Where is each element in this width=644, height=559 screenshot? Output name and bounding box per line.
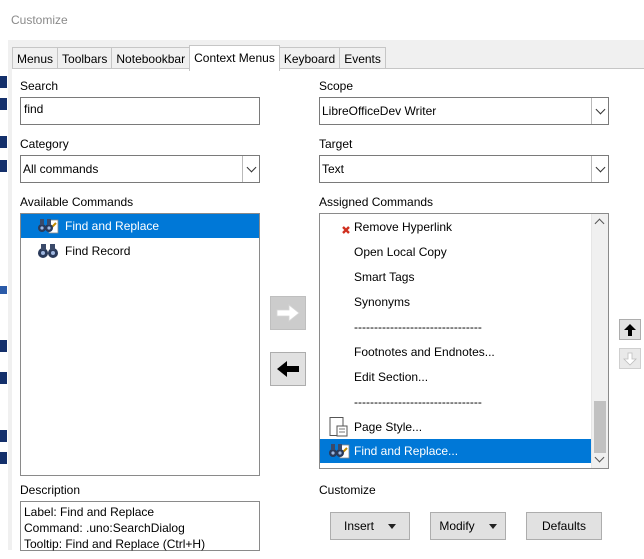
arrow-down-icon — [623, 352, 637, 366]
scroll-up-icon[interactable] — [594, 218, 605, 229]
customize-dialog: Menus Toolbars Notebookbar Context Menus… — [8, 40, 644, 559]
list-item[interactable]: Synonyms — [320, 290, 608, 314]
assigned-commands-label: Assigned Commands — [319, 195, 434, 209]
document-fragment — [0, 372, 7, 384]
available-commands-list[interactable]: Find and Replace Find Record — [20, 213, 260, 476]
tab-menus[interactable]: Menus — [12, 47, 59, 70]
category-dropdown-button[interactable] — [242, 156, 259, 182]
document-fragment — [0, 160, 7, 172]
chevron-down-icon — [595, 104, 605, 114]
chevron-down-icon — [595, 162, 605, 172]
list-item[interactable]: Page Style... — [320, 415, 608, 439]
list-item[interactable]: Remove Hyperlink — [320, 215, 608, 239]
scroll-down-icon[interactable] — [594, 452, 605, 463]
scope-value: LibreOfficeDev Writer — [322, 104, 437, 118]
available-item-label: Find and Replace — [65, 219, 160, 233]
assigned-item-label: Remove Hyperlink — [354, 220, 453, 234]
insert-button[interactable]: Insert — [330, 512, 410, 540]
available-commands-label: Available Commands — [20, 195, 134, 209]
document-fragment — [0, 98, 7, 110]
list-item[interactable]: Smart Tags — [320, 265, 608, 289]
assigned-item-label: Find and Replace... — [354, 444, 459, 458]
window-title: Customize — [11, 13, 68, 27]
document-fragment — [0, 340, 7, 352]
defaults-button[interactable]: Defaults — [526, 512, 602, 540]
target-label: Target — [319, 137, 353, 151]
target-value: Text — [322, 162, 345, 176]
insert-label: Insert — [343, 519, 374, 533]
tab-keyboard[interactable]: Keyboard — [278, 47, 341, 70]
assigned-item-label: Synonyms — [354, 295, 411, 309]
category-value: All commands — [23, 162, 99, 176]
binoculars-icon — [329, 444, 350, 459]
tab-events[interactable]: Events — [339, 47, 386, 70]
modify-label: Modify — [439, 519, 475, 533]
list-item[interactable]: Find Record — [21, 239, 259, 263]
assigned-item-label: -------------------------------- — [354, 320, 482, 334]
move-down-button[interactable] — [619, 348, 641, 369]
tab-toolbars[interactable]: Toolbars — [57, 47, 113, 70]
chevron-down-icon — [246, 162, 256, 172]
scope-dropdown-button[interactable] — [591, 98, 608, 124]
separator-item[interactable]: -------------------------------- — [320, 390, 608, 414]
list-item[interactable]: Footnotes and Endnotes... — [320, 340, 608, 364]
customize-label: Customize — [319, 483, 376, 497]
modify-button[interactable]: Modify — [430, 512, 506, 540]
scope-dropdown[interactable]: LibreOfficeDev Writer — [319, 97, 609, 125]
document-fragment — [0, 430, 7, 442]
page-style-icon — [329, 417, 348, 437]
title-bar: Customize — [0, 0, 644, 40]
description-line: Command: .uno:SearchDialog — [24, 521, 185, 535]
description-line: Label: Find and Replace — [24, 505, 155, 519]
description-label: Description — [20, 483, 81, 497]
scope-label: Scope — [319, 79, 354, 93]
binoculars-icon — [38, 219, 59, 234]
add-command-button[interactable] — [270, 296, 306, 330]
tab-context-menus[interactable]: Context Menus — [189, 45, 280, 71]
search-label: Search — [20, 79, 59, 93]
assigned-item-label: Page Style... — [354, 420, 423, 434]
assigned-item-label: Footnotes and Endnotes... — [354, 345, 495, 359]
category-label: Category — [20, 137, 69, 151]
target-dropdown-button[interactable] — [591, 156, 608, 182]
assigned-item-label: -------------------------------- — [354, 395, 482, 409]
defaults-label: Defaults — [541, 519, 587, 533]
scrollbar-thumb[interactable] — [594, 401, 606, 453]
search-input[interactable]: find — [20, 97, 260, 125]
remove-command-button[interactable] — [270, 352, 306, 386]
document-fragment — [0, 76, 7, 88]
list-item[interactable]: Edit Section... — [320, 365, 608, 389]
assigned-scrollbar[interactable] — [591, 214, 608, 468]
binoculars-icon — [38, 244, 58, 258]
list-item[interactable]: Find and Replace — [21, 214, 259, 238]
list-item[interactable]: Find and Replace... — [320, 439, 593, 463]
document-fragment — [0, 136, 7, 148]
tab-bar: Menus Toolbars Notebookbar Context Menus… — [12, 45, 386, 71]
dropdown-arrow-icon — [488, 523, 497, 529]
arrow-right-icon — [276, 304, 300, 322]
description-box: Label: Find and Replace Command: .uno:Se… — [20, 501, 260, 551]
assigned-commands-list[interactable]: Remove Hyperlink Open Local Copy Smart T… — [319, 213, 609, 469]
move-up-button[interactable] — [619, 319, 641, 340]
assigned-item-label: Edit Section... — [354, 370, 429, 384]
document-fragment — [0, 452, 7, 464]
list-item[interactable]: Open Local Copy — [320, 240, 608, 264]
separator-item[interactable]: -------------------------------- — [320, 315, 608, 339]
document-fragment — [0, 286, 7, 294]
assigned-item-label: Smart Tags — [354, 270, 415, 284]
tab-notebookbar[interactable]: Notebookbar — [111, 47, 191, 70]
arrow-up-icon — [624, 323, 636, 336]
arrow-left-icon — [277, 361, 299, 377]
category-dropdown[interactable]: All commands — [20, 155, 260, 183]
target-dropdown[interactable]: Text — [319, 155, 609, 183]
available-item-label: Find Record — [65, 244, 131, 258]
dropdown-arrow-icon — [388, 523, 396, 529]
context-menus-panel: Search find Category All commands Availa… — [12, 68, 644, 559]
assigned-item-label: Open Local Copy — [354, 245, 447, 259]
